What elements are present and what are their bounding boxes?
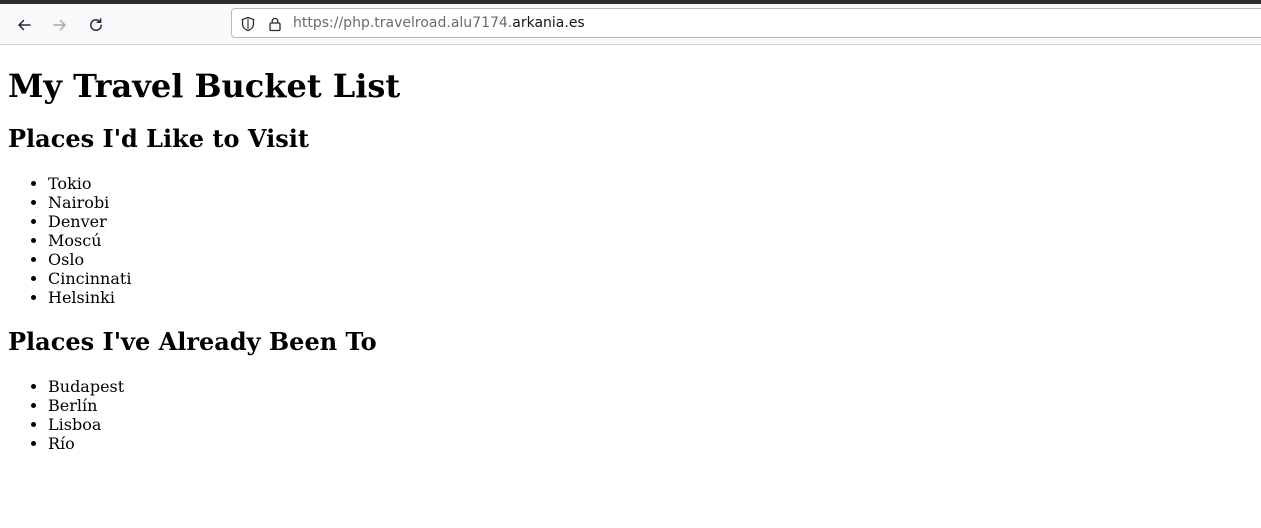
list-item: Moscú bbox=[48, 231, 1253, 250]
section-heading-visited: Places I've Already Been To bbox=[8, 327, 377, 356]
list-item: Lisboa bbox=[48, 415, 1253, 434]
arrow-left-icon bbox=[16, 17, 32, 33]
list-item: Tokio bbox=[48, 174, 1253, 193]
list-item: Cincinnati bbox=[48, 269, 1253, 288]
list-item: Denver bbox=[48, 212, 1253, 231]
back-button[interactable] bbox=[11, 12, 37, 38]
wish-list: Tokio Nairobi Denver Moscú Oslo Cincinna… bbox=[8, 174, 1253, 307]
list-item: Berlín bbox=[48, 396, 1253, 415]
list-item: Budapest bbox=[48, 377, 1253, 396]
shield-icon[interactable] bbox=[240, 16, 256, 32]
section-heading-wish-list: Places I'd Like to Visit bbox=[8, 124, 309, 153]
visited-list: Budapest Berlín Lisboa Río bbox=[8, 377, 1253, 453]
url-host: arkania.es bbox=[512, 15, 585, 31]
url-prefix: https://php.travelroad.alu7174. bbox=[293, 15, 513, 31]
url-text[interactable]: https://php.travelroad.alu7174.arkania.e… bbox=[293, 15, 585, 31]
page-content: My Travel Bucket List Places I'd Like to… bbox=[0, 66, 1261, 453]
forward-button[interactable] bbox=[47, 12, 73, 38]
lock-icon[interactable] bbox=[267, 16, 283, 32]
list-item: Oslo bbox=[48, 250, 1253, 269]
reload-button[interactable] bbox=[83, 12, 109, 38]
list-item: Helsinki bbox=[48, 288, 1253, 307]
arrow-right-icon bbox=[52, 17, 68, 33]
page-title: My Travel Bucket List bbox=[8, 67, 401, 105]
list-item: Río bbox=[48, 434, 1253, 453]
reload-icon bbox=[88, 17, 104, 33]
browser-toolbar: https://php.travelroad.alu7174.arkania.e… bbox=[0, 4, 1261, 45]
address-bar[interactable]: https://php.travelroad.alu7174.arkania.e… bbox=[231, 8, 1261, 38]
list-item: Nairobi bbox=[48, 193, 1253, 212]
